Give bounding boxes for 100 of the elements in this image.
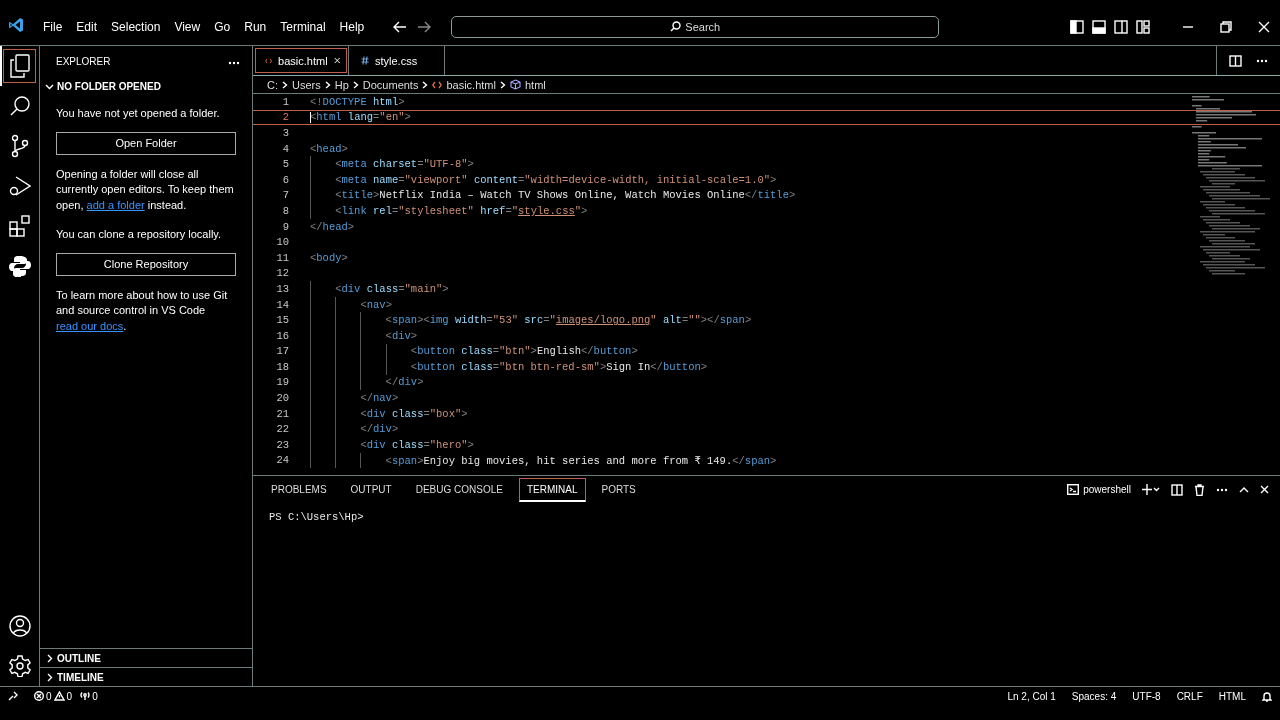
code-line: <nav> — [359, 298, 392, 311]
line-number: 18 — [275, 360, 289, 373]
section-header[interactable]: NO FOLDER OPENED — [57, 80, 161, 92]
code-line: </nav> — [359, 392, 399, 405]
broadcast-icon[interactable] — [80, 691, 91, 701]
code-line: <span>Enjoy big movies, hit series and more from ₹ 149.</span> — [384, 453, 777, 467]
line-number: 3 — [281, 127, 289, 139]
code-file-icon — [265, 56, 273, 65]
terminal-line: PS C:\Users\Hp> — [269, 511, 365, 523]
app-logo-icon — [8, 17, 24, 33]
split-editor-icon[interactable] — [1229, 54, 1242, 67]
python-icon[interactable] — [8, 255, 31, 277]
settings-icon[interactable] — [8, 655, 31, 677]
chevron-icon — [352, 80, 359, 89]
menu-item[interactable]: File — [36, 16, 70, 37]
error-count[interactable]: 0 — [46, 690, 52, 702]
warning-icon[interactable] — [53, 691, 65, 701]
add-terminal-icon[interactable] — [1142, 484, 1160, 495]
code-line: <button class="btn btn-red-sm">Sign In</button> — [409, 360, 708, 373]
line-number: 20 — [275, 392, 289, 405]
forward-arrow-icon[interactable] — [417, 20, 432, 33]
menu-item[interactable]: Go — [207, 16, 238, 37]
line-number: 4 — [281, 142, 289, 155]
section-header[interactable]: TIMELINE — [57, 671, 104, 683]
extensions-icon[interactable] — [8, 215, 31, 237]
split-icon[interactable] — [1171, 483, 1183, 496]
close-icon[interactable] — [1260, 485, 1269, 494]
toggle-sidebar-icon[interactable] — [1070, 19, 1084, 34]
restore-icon[interactable] — [1220, 20, 1232, 33]
trash-icon[interactable] — [1194, 483, 1205, 496]
remote-icon[interactable] — [8, 691, 18, 701]
close-icon[interactable] — [333, 56, 340, 65]
search-field[interactable]: Search — [451, 15, 940, 38]
line-number: 16 — [275, 329, 289, 342]
panel-tab[interactable]: TERMINAL — [518, 477, 586, 502]
layout-icon[interactable] — [1136, 19, 1150, 34]
account-icon[interactable] — [8, 615, 31, 637]
code-line: <link rel="stylesheet" href="style.css"> — [334, 204, 588, 217]
toggle-panel-icon[interactable] — [1092, 19, 1106, 34]
search-icon — [670, 21, 682, 32]
panel-tab[interactable]: PROBLEMS — [263, 478, 335, 501]
breadcrumb-item[interactable]: html — [524, 78, 546, 91]
ports-count[interactable]: 0 — [92, 690, 98, 702]
activity-tab[interactable] — [0, 46, 39, 86]
bell-icon[interactable] — [1262, 690, 1272, 702]
breadcrumb-item[interactable]: Hp — [334, 78, 349, 91]
menu-item[interactable]: Terminal — [273, 16, 333, 37]
line-number: 15 — [275, 314, 289, 327]
files-icon[interactable] — [8, 54, 31, 78]
code-line: <head> — [310, 142, 348, 155]
line-number: 6 — [281, 173, 289, 186]
status-item[interactable]: Ln 2, Col 1 — [1007, 690, 1056, 702]
text-link[interactable]: add a folder — [86, 198, 145, 211]
minimap[interactable] — [1192, 96, 1272, 276]
chevron-icon — [499, 80, 506, 89]
warning-count[interactable]: 0 — [66, 690, 73, 702]
action-button[interactable]: Open Folder — [56, 131, 236, 155]
breadcrumb-item[interactable]: C: — [267, 78, 278, 91]
toggle-secondary-sidebar-icon[interactable] — [1114, 19, 1128, 34]
code-line: <title>Netflix India – Watch TV Shows Online, Watch Movies Online</title> — [334, 189, 796, 202]
menu-item[interactable]: Selection — [104, 16, 168, 37]
breadcrumb-item[interactable]: Documents — [362, 78, 419, 91]
chevron-icon[interactable] — [45, 653, 54, 663]
panel-tab[interactable]: OUTPUT — [342, 478, 400, 501]
line-number: 21 — [275, 407, 289, 420]
line-number: 14 — [275, 298, 289, 311]
menu-item[interactable]: Help — [332, 16, 372, 37]
panel-title: EXPLORER — [56, 55, 111, 67]
code-line: <html lang="en"> — [310, 111, 411, 124]
line-number: 8 — [281, 204, 289, 217]
search-icon[interactable] — [8, 95, 31, 117]
menu-item[interactable]: Edit — [69, 16, 105, 37]
code-line: <meta name="viewport" content="width=device-width, initial-scale=1.0"> — [334, 173, 777, 186]
editor-tab[interactable]: basic.html — [253, 46, 349, 75]
close-icon[interactable] — [1258, 20, 1270, 33]
section-header[interactable]: OUTLINE — [57, 652, 101, 664]
back-arrow-icon[interactable] — [393, 20, 408, 33]
menu-item[interactable]: View — [167, 16, 208, 37]
run-debug-icon[interactable] — [8, 175, 31, 197]
breadcrumb-item[interactable]: basic.html — [446, 78, 496, 91]
code-line: </div> — [359, 423, 399, 436]
breadcrumb-item[interactable]: Users — [292, 78, 321, 91]
status-item[interactable]: UTF-8 — [1132, 690, 1161, 702]
editor-tab[interactable]: style.css — [349, 46, 445, 75]
branch-icon[interactable] — [9, 134, 30, 158]
status-item[interactable]: HTML — [1218, 690, 1246, 702]
menu-item[interactable]: Run — [237, 16, 274, 37]
more-actions-icon[interactable] — [1216, 487, 1228, 492]
error-icon[interactable] — [34, 691, 44, 701]
chevron-up-icon[interactable] — [1239, 485, 1249, 494]
status-item[interactable]: Spaces: 4 — [1071, 690, 1117, 702]
chevron-icon[interactable] — [45, 672, 54, 682]
terminal-name[interactable]: powershell — [1083, 484, 1131, 495]
action-button[interactable]: Clone Repository — [56, 252, 236, 276]
status-item[interactable]: CRLF — [1176, 690, 1203, 702]
info-text: Opening a folder will close all currently open editors. To keep them open, add a folder instead. — [56, 166, 235, 213]
more-actions-icon[interactable] — [1256, 58, 1268, 63]
panel-tab[interactable]: DEBUG CONSOLE — [407, 478, 511, 501]
line-number: 2 — [281, 111, 289, 124]
panel-tab[interactable]: PORTS — [593, 478, 644, 501]
